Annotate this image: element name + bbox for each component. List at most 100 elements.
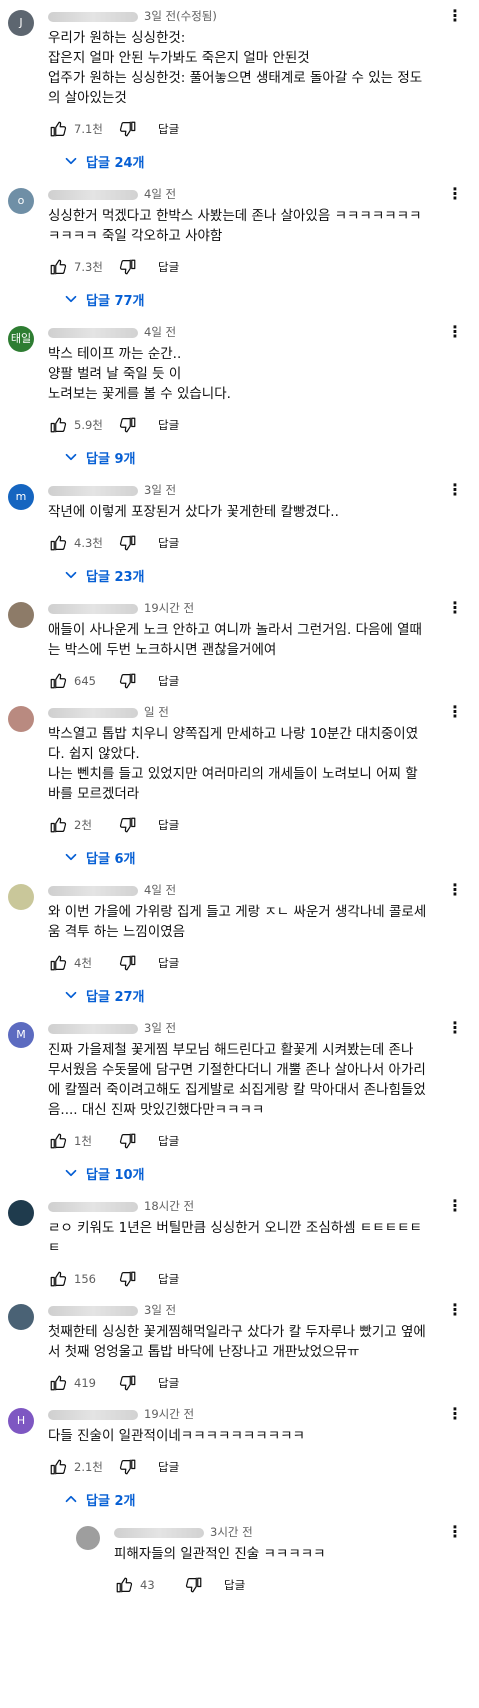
comment-time[interactable]: 3일 전 <box>144 1303 176 1317</box>
reply-button[interactable]: 답글 <box>158 1133 179 1149</box>
thumb-down-icon[interactable] <box>118 953 138 973</box>
thumb-down-icon[interactable] <box>118 671 138 691</box>
comment-time[interactable]: 18시간 전 <box>144 1199 194 1213</box>
author-name-blurred[interactable] <box>48 11 138 22</box>
reply-button[interactable]: 답글 <box>158 535 179 551</box>
comment-time[interactable]: 3일 전 <box>144 483 176 497</box>
comment-time[interactable]: 19시간 전 <box>144 601 194 615</box>
view-replies-button[interactable]: 답글 6개 <box>48 840 427 874</box>
thumb-down-icon[interactable] <box>184 1575 204 1595</box>
author-name-blurred[interactable] <box>48 603 138 614</box>
avatar[interactable]: J <box>8 10 34 36</box>
comment-time[interactable]: 4일 전 <box>144 325 176 339</box>
thumb-up-icon[interactable] <box>48 815 68 835</box>
thumb-up-icon[interactable] <box>48 119 68 139</box>
thumb-down-icon[interactable] <box>118 1373 138 1393</box>
comment-meta: 3일 전(수정됨) <box>48 8 427 24</box>
view-replies-button[interactable]: 답글 23개 <box>48 558 427 592</box>
thumb-up-icon[interactable] <box>48 1131 68 1151</box>
avatar[interactable]: m <box>8 484 34 510</box>
thumb-down-icon[interactable] <box>118 1131 138 1151</box>
more-options-icon[interactable]: ⋮ <box>447 8 463 24</box>
view-replies-button[interactable]: 답글 2개 <box>48 1482 427 1516</box>
view-replies-button[interactable]: 답글 77개 <box>48 282 427 316</box>
author-name-blurred[interactable] <box>48 327 138 338</box>
thumb-down-icon[interactable] <box>118 815 138 835</box>
comment-time[interactable]: 일 전 <box>144 705 169 719</box>
thumb-up-icon[interactable] <box>114 1575 134 1595</box>
comment-time[interactable]: 4일 전 <box>144 187 176 201</box>
avatar[interactable]: 태일 <box>8 326 34 352</box>
author-name-blurred[interactable] <box>48 1201 138 1212</box>
more-options-icon[interactable]: ⋮ <box>447 882 463 898</box>
comment-time[interactable]: 19시간 전 <box>144 1407 194 1421</box>
thumb-down-icon[interactable] <box>118 119 138 139</box>
more-options-icon[interactable]: ⋮ <box>447 704 463 720</box>
reply-button[interactable]: 답글 <box>158 121 179 137</box>
thumb-up-icon[interactable] <box>48 953 68 973</box>
thumb-up-icon[interactable] <box>48 671 68 691</box>
comment-time[interactable]: 3일 전(수정됨) <box>144 9 217 23</box>
comment-actions: 156 답글 <box>48 1264 427 1294</box>
chevron-down-icon <box>62 152 80 170</box>
thumb-down-icon[interactable] <box>118 415 138 435</box>
avatar[interactable] <box>8 602 34 628</box>
more-options-icon[interactable]: ⋮ <box>447 186 463 202</box>
reply-button[interactable]: 답글 <box>158 673 179 689</box>
thumb-up-icon[interactable] <box>48 415 68 435</box>
avatar[interactable] <box>8 1200 34 1226</box>
more-options-icon[interactable]: ⋮ <box>447 600 463 616</box>
more-options-icon[interactable]: ⋮ <box>447 482 463 498</box>
view-replies-button[interactable]: 답글 9개 <box>48 440 427 474</box>
more-options-icon[interactable]: ⋮ <box>447 324 463 340</box>
reply-button[interactable]: 답글 <box>158 1375 179 1391</box>
author-name-blurred[interactable] <box>48 1023 138 1034</box>
comment-time[interactable]: 3일 전 <box>144 1021 176 1035</box>
comment: 태일 4일 전 ⋮ 박스 테이프 까는 순간.. 양팔 벌려 날 죽일 듯 이 … <box>0 316 479 474</box>
comment-meta: 4일 전 <box>48 324 427 340</box>
thumb-down-icon[interactable] <box>118 533 138 553</box>
comment: 18시간 전 ⋮ ㄹㅇ 키워도 1년은 버틸만큼 싱싱한거 오니깐 조심하셈 ㅌ… <box>0 1190 479 1294</box>
comment-time[interactable]: 4일 전 <box>144 883 176 897</box>
thumb-up-icon[interactable] <box>48 1269 68 1289</box>
author-name-blurred[interactable] <box>48 707 138 718</box>
avatar[interactable]: M <box>8 1022 34 1048</box>
more-options-icon[interactable]: ⋮ <box>447 1406 463 1422</box>
thumb-down-icon[interactable] <box>118 257 138 277</box>
reply-button[interactable]: 답글 <box>158 1459 179 1475</box>
author-name-blurred[interactable] <box>48 1409 138 1420</box>
thumb-up-icon[interactable] <box>48 257 68 277</box>
author-name-blurred[interactable] <box>48 485 138 496</box>
reply-button[interactable]: 답글 <box>158 259 179 275</box>
avatar[interactable] <box>76 1526 100 1550</box>
reply-button[interactable]: 답글 <box>158 417 179 433</box>
thumb-down-icon[interactable] <box>118 1457 138 1477</box>
avatar[interactable] <box>8 706 34 732</box>
reply-button[interactable]: 답글 <box>158 955 179 971</box>
more-options-icon[interactable]: ⋮ <box>447 1198 463 1214</box>
view-replies-button[interactable]: 답글 24개 <box>48 144 427 178</box>
thumb-up-icon[interactable] <box>48 1373 68 1393</box>
thumb-up-icon[interactable] <box>48 533 68 553</box>
reply-button[interactable]: 답글 <box>158 817 179 833</box>
comment-text: 첫째한테 싱싱한 꽃게찜해먹일라구 샀다가 칼 두자루나 빴기고 옆에서 첫째 … <box>48 1324 426 1360</box>
author-name-blurred[interactable] <box>114 1527 204 1538</box>
avatar[interactable]: H <box>8 1408 34 1434</box>
view-replies-button[interactable]: 답글 10개 <box>48 1156 427 1190</box>
author-name-blurred[interactable] <box>48 189 138 200</box>
reply-button[interactable]: 답글 <box>158 1271 179 1287</box>
thumb-up-icon[interactable] <box>48 1457 68 1477</box>
replies-label: 답글 9개 <box>86 451 136 467</box>
more-options-icon[interactable]: ⋮ <box>447 1302 463 1318</box>
author-name-blurred[interactable] <box>48 1305 138 1316</box>
view-replies-button[interactable]: 답글 27개 <box>48 978 427 1012</box>
more-options-icon[interactable]: ⋮ <box>447 1020 463 1036</box>
avatar[interactable] <box>8 1304 34 1330</box>
reply-button[interactable]: 답글 <box>224 1577 245 1593</box>
comment-time[interactable]: 3시간 전 <box>210 1525 253 1539</box>
thumb-down-icon[interactable] <box>118 1269 138 1289</box>
author-name-blurred[interactable] <box>48 885 138 896</box>
more-options-icon[interactable]: ⋮ <box>447 1524 463 1540</box>
avatar[interactable]: o <box>8 188 34 214</box>
avatar[interactable] <box>8 884 34 910</box>
